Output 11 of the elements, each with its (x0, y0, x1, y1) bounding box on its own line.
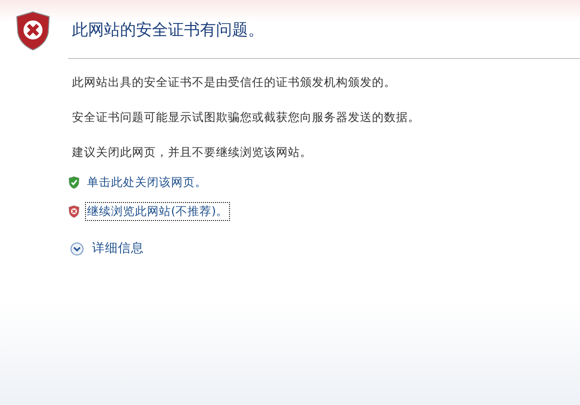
message-text: 建议关闭此网页，并且不要继续浏览该网站。 (72, 145, 313, 160)
details-toggle[interactable]: 详细信息 (70, 240, 580, 257)
message-text: 安全证书问题可能显示试图欺骗您或截获您向服务器发送的数据。 (72, 110, 421, 125)
message-text: 此网站出具的安全证书不是由受信任的证书颁发机构颁发的。 (72, 75, 397, 90)
page-title: 此网站的安全证书有问题。 (72, 20, 265, 41)
action-link[interactable]: 继续浏览此网站(不推荐)。 (86, 203, 229, 220)
chevron-icon (70, 242, 84, 256)
action-link[interactable]: 单击此处关闭该网页。 (86, 174, 208, 191)
error-shield-icon (68, 204, 80, 218)
error-shield-icon (14, 10, 52, 52)
check-shield-icon (68, 176, 80, 190)
